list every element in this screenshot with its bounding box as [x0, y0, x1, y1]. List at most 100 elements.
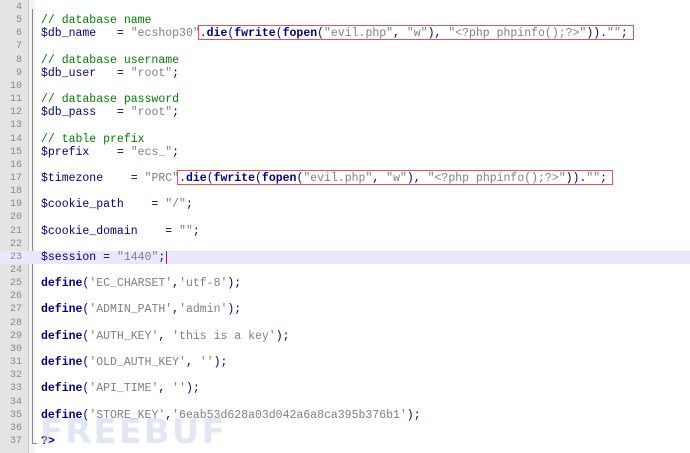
code-token: "root" [130, 66, 173, 80]
line-number: 20 [9, 212, 22, 224]
code-line[interactable]: 8 // database username [0, 54, 690, 67]
line-number: 15 [9, 146, 22, 158]
code-line[interactable]: 21 $cookie_domain = ""; [0, 225, 690, 238]
line-number: 25 [9, 278, 22, 290]
code-token: 'ADMIN_PATH' [89, 303, 173, 317]
code-line[interactable]: 24 [0, 264, 690, 277]
line-number: 35 [9, 409, 22, 421]
code-line[interactable]: 7 [0, 40, 690, 53]
code-line[interactable]: 20 [0, 211, 690, 224]
line-number: 31 [9, 357, 22, 369]
code-text: define('EC_CHARSET','utf-8'); [41, 277, 241, 290]
code-line[interactable]: 23 $session = "1440"; [0, 250, 690, 264]
code-line[interactable]: 13 [0, 119, 690, 132]
code-line[interactable]: 33 define('API_TIME', ''); [0, 382, 690, 395]
code-token: = [96, 27, 131, 41]
code-token: $db_pass [41, 106, 97, 120]
code-line[interactable]: 25 define('EC_CHARSET','utf-8'); [0, 277, 690, 290]
code-token: define [41, 303, 83, 317]
code-token: $cookie_domain [41, 224, 138, 238]
code-token: define [41, 382, 83, 396]
code-token: 'EC_CHARSET' [89, 277, 173, 291]
code-token: "PRC" [144, 171, 180, 185]
code-token: 'OLD_AUTH_KEY' [89, 356, 186, 370]
code-token: = [96, 250, 117, 264]
code-token: 'AUTH_KEY' [89, 329, 159, 343]
code-token: "ecs_" [130, 145, 173, 159]
line-number: 8 [15, 54, 22, 66]
code-token: ; [172, 66, 180, 80]
line-number: 7 [15, 41, 22, 53]
code-token: 'utf-8' [179, 277, 228, 291]
code-text: // table prefix [41, 133, 145, 146]
code-editor[interactable]: 4 5 // database name 6 $db_name = "ecshop30"… [0, 0, 690, 453]
code-token: $prefix [41, 145, 90, 159]
code-line[interactable]: 34 [0, 396, 690, 409]
line-number: 27 [9, 304, 22, 316]
line-number: 26 [9, 291, 22, 303]
code-token: ); [275, 329, 290, 343]
line-number: 24 [9, 265, 22, 276]
code-line[interactable]: 27 define('ADMIN_PATH','admin'); [0, 303, 690, 316]
code-token: "ecshop30" [130, 27, 200, 41]
line-number: 34 [9, 396, 22, 408]
code-line[interactable]: 11 // database password [0, 93, 690, 106]
code-token: , [185, 356, 200, 370]
code-line[interactable]: 22 [0, 238, 690, 251]
code-line[interactable]: 32 [0, 369, 690, 382]
code-line[interactable]: 18 [0, 185, 690, 198]
code-token: , [158, 329, 173, 343]
code-line[interactable]: 26 [0, 290, 690, 303]
code-token: ; [172, 106, 180, 120]
code-text: // database username [41, 54, 179, 67]
code-line[interactable]: 31 define('OLD_AUTH_KEY', ''); [0, 356, 690, 369]
code-line[interactable]: 12 $db_pass = "root"; [0, 106, 690, 119]
code-token: = [103, 171, 145, 185]
code-line[interactable]: 4 [0, 1, 690, 14]
code-text: $db_user = "root"; [41, 67, 179, 80]
line-number: 17 [9, 172, 22, 184]
code-token: ); [213, 356, 228, 370]
code-token: $timezone [41, 171, 104, 185]
line-number: 16 [9, 159, 22, 171]
code-line[interactable]: 14 // table prefix [0, 133, 690, 146]
line-number: 10 [9, 80, 22, 92]
code-line[interactable]: 19 $cookie_path = "/"; [0, 198, 690, 211]
code-text: // database name [41, 14, 151, 27]
code-token: $db_user [41, 66, 97, 80]
line-number: 37 [9, 435, 22, 447]
line-number: 28 [9, 317, 22, 329]
code-token: 'admin' [179, 303, 228, 317]
line-number: 22 [9, 238, 22, 250]
code-token: ; [158, 250, 166, 264]
line-number: 4 [15, 2, 22, 13]
code-token: ; [192, 224, 200, 238]
code-line[interactable]: 30 [0, 343, 690, 356]
code-text: $db_pass = "root"; [41, 106, 179, 119]
code-text: $prefix = "ecs_"; [41, 146, 179, 159]
code-text: define('API_TIME', ''); [41, 382, 200, 395]
code-line[interactable]: 10 [0, 80, 690, 93]
code-token: = [123, 198, 166, 212]
code-line[interactable]: 29 define('AUTH_KEY', 'this is a key'); [0, 330, 690, 343]
code-token: define [41, 356, 83, 370]
line-number: 9 [15, 67, 22, 79]
code-line[interactable]: 28 [0, 317, 690, 330]
code-text: $cookie_path = "/"; [41, 198, 193, 211]
code-token: ); [227, 277, 242, 291]
code-token: $db_name [41, 27, 97, 41]
code-token: 'API_TIME' [89, 382, 159, 396]
code-token: // database name [41, 14, 152, 28]
line-number: 5 [15, 15, 22, 27]
code-token: "1440" [116, 250, 159, 264]
code-token: define [41, 329, 83, 343]
code-line[interactable]: 6 $db_name = "ecshop30".die(fwrite(fopen(… [0, 25, 690, 41]
code-text: $cookie_domain = ""; [41, 225, 200, 238]
code-line[interactable]: 17 $timezone = "PRC".die(fwrite(fopen("ev… [0, 169, 690, 185]
code-line[interactable]: 15 $prefix = "ecs_"; [0, 146, 690, 159]
line-number: 12 [9, 107, 22, 119]
code-line[interactable]: 9 $db_user = "root"; [0, 67, 690, 80]
line-number: 6 [15, 28, 22, 40]
code-text: // database password [41, 93, 179, 106]
line-number: 23 [9, 251, 22, 263]
